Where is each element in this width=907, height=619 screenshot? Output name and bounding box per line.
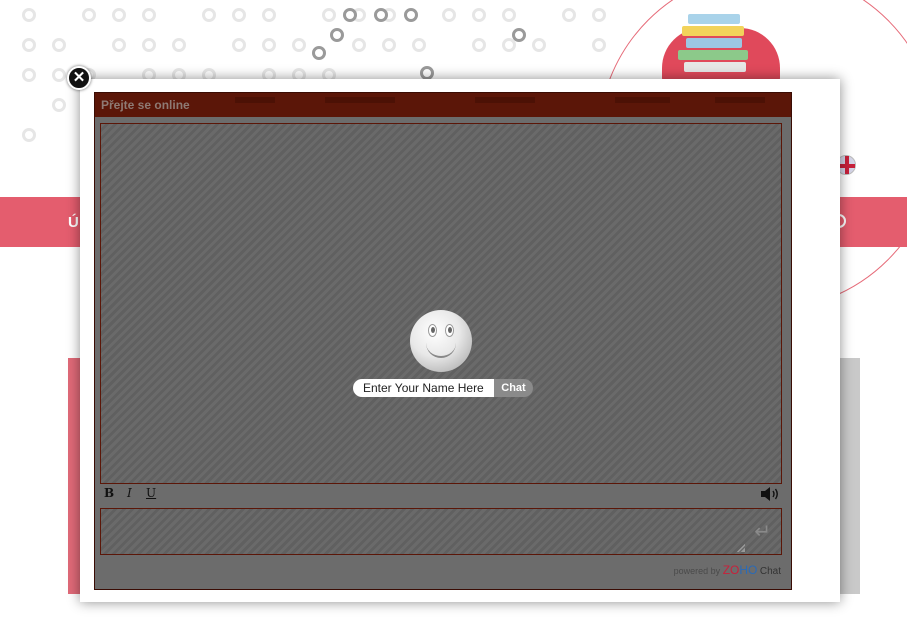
- background-nav-item[interactable]: Ú: [68, 214, 79, 231]
- name-form: Chat: [353, 379, 533, 397]
- bold-button[interactable]: B: [104, 486, 114, 500]
- zoho-chat-label: Chat: [759, 566, 781, 577]
- format-toolbar: B I U: [100, 486, 782, 502]
- message-input[interactable]: ↵: [100, 508, 782, 555]
- chat-header-title: Přejte se online: [101, 98, 190, 112]
- zoho-logo-z: ZO: [722, 563, 740, 577]
- powered-by-label: powered by: [673, 566, 721, 576]
- enter-icon[interactable]: ↵: [754, 519, 771, 544]
- books-icon: [678, 14, 754, 74]
- chat-window: Přejte se online Chat B I U ↵: [94, 92, 792, 590]
- name-input[interactable]: [353, 379, 495, 397]
- speaker-icon[interactable]: [760, 486, 780, 502]
- background-content-accent: [68, 358, 80, 594]
- smiley-icon: [410, 310, 472, 372]
- close-icon[interactable]: ✕: [67, 66, 91, 90]
- chat-header: Přejte se online: [95, 93, 791, 117]
- start-chat-button[interactable]: Chat: [494, 379, 533, 397]
- chat-message-area: Chat: [100, 123, 782, 484]
- powered-by-footer: powered by ZOHO Chat: [674, 563, 781, 577]
- italic-button[interactable]: I: [127, 486, 132, 500]
- underline-button[interactable]: U: [146, 486, 156, 500]
- resize-grip-icon[interactable]: [737, 544, 745, 552]
- chat-modal: Přejte se online Chat B I U ↵: [80, 79, 840, 602]
- zoho-logo-h: HO: [739, 563, 758, 577]
